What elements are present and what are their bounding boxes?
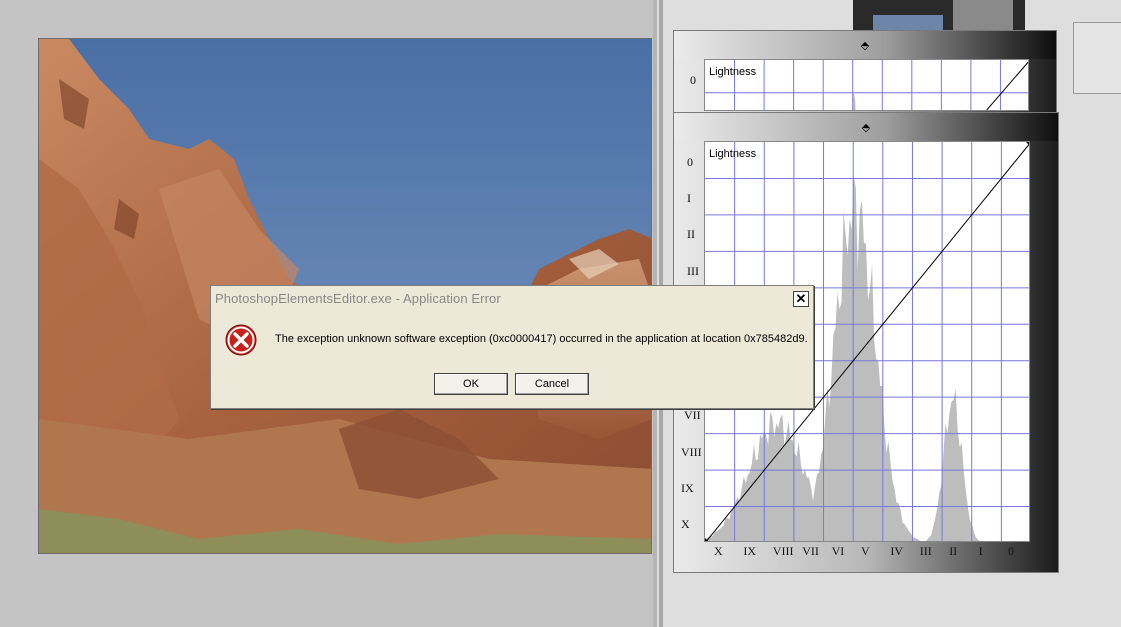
collapse-arrow-icon[interactable]: ⬘	[861, 39, 869, 52]
dialog-message: The exception unknown software exception…	[275, 333, 808, 345]
x-tick-label: IX	[743, 544, 757, 558]
y-tick-label: VII	[684, 408, 701, 423]
close-button[interactable]: ✕	[793, 291, 809, 307]
collapse-arrow-icon[interactable]: ⬘	[862, 121, 870, 134]
dialog-title: PhotoshopElementsEditor.exe - Applicatio…	[215, 291, 501, 306]
ok-button[interactable]: OK	[434, 373, 508, 395]
y-tick-label: VIII	[681, 444, 702, 459]
channel-label: Lightness	[709, 66, 757, 78]
error-dialog: PhotoshopElementsEditor.exe - Applicatio…	[210, 285, 814, 409]
error-icon	[225, 324, 257, 356]
x-tick-label: III	[919, 544, 932, 558]
y-tick-label: III	[687, 263, 699, 278]
y-tick-label: 0	[690, 73, 696, 87]
x-tick-label: VIII	[772, 544, 794, 558]
cancel-button[interactable]: Cancel	[515, 373, 589, 395]
panel-header[interactable]: ⬘	[674, 31, 1056, 59]
x-tick-label: 0	[1008, 544, 1014, 558]
panel-header[interactable]: ⬘	[674, 113, 1058, 141]
thumbnail-strip	[853, 0, 1025, 30]
y-tick-label: I	[687, 191, 691, 206]
x-tick-label: V	[861, 544, 870, 558]
x-tick-label: IV	[890, 544, 904, 558]
x-tick-label: VI	[831, 544, 845, 558]
y-tick-label: 0	[687, 155, 693, 169]
thumbnail-image[interactable]	[953, 0, 1013, 30]
curves-grid-back[interactable]: Lightness	[704, 59, 1029, 111]
y-tick-label: IX	[681, 480, 694, 495]
x-tick-label: VII	[802, 544, 819, 558]
channel-label: Lightness	[709, 148, 757, 160]
empty-panel	[1073, 22, 1121, 94]
y-tick-label: II	[687, 227, 695, 242]
curves-panel-back: ⬘ 0 Lightness	[673, 30, 1057, 116]
x-tick-label: I	[978, 544, 983, 558]
x-tick-label: II	[949, 544, 958, 558]
thumbnail-image[interactable]	[873, 15, 943, 30]
x-tick-label: X	[714, 544, 723, 558]
tone-curve[interactable]	[985, 60, 1029, 111]
y-tick-label: X	[681, 517, 690, 531]
